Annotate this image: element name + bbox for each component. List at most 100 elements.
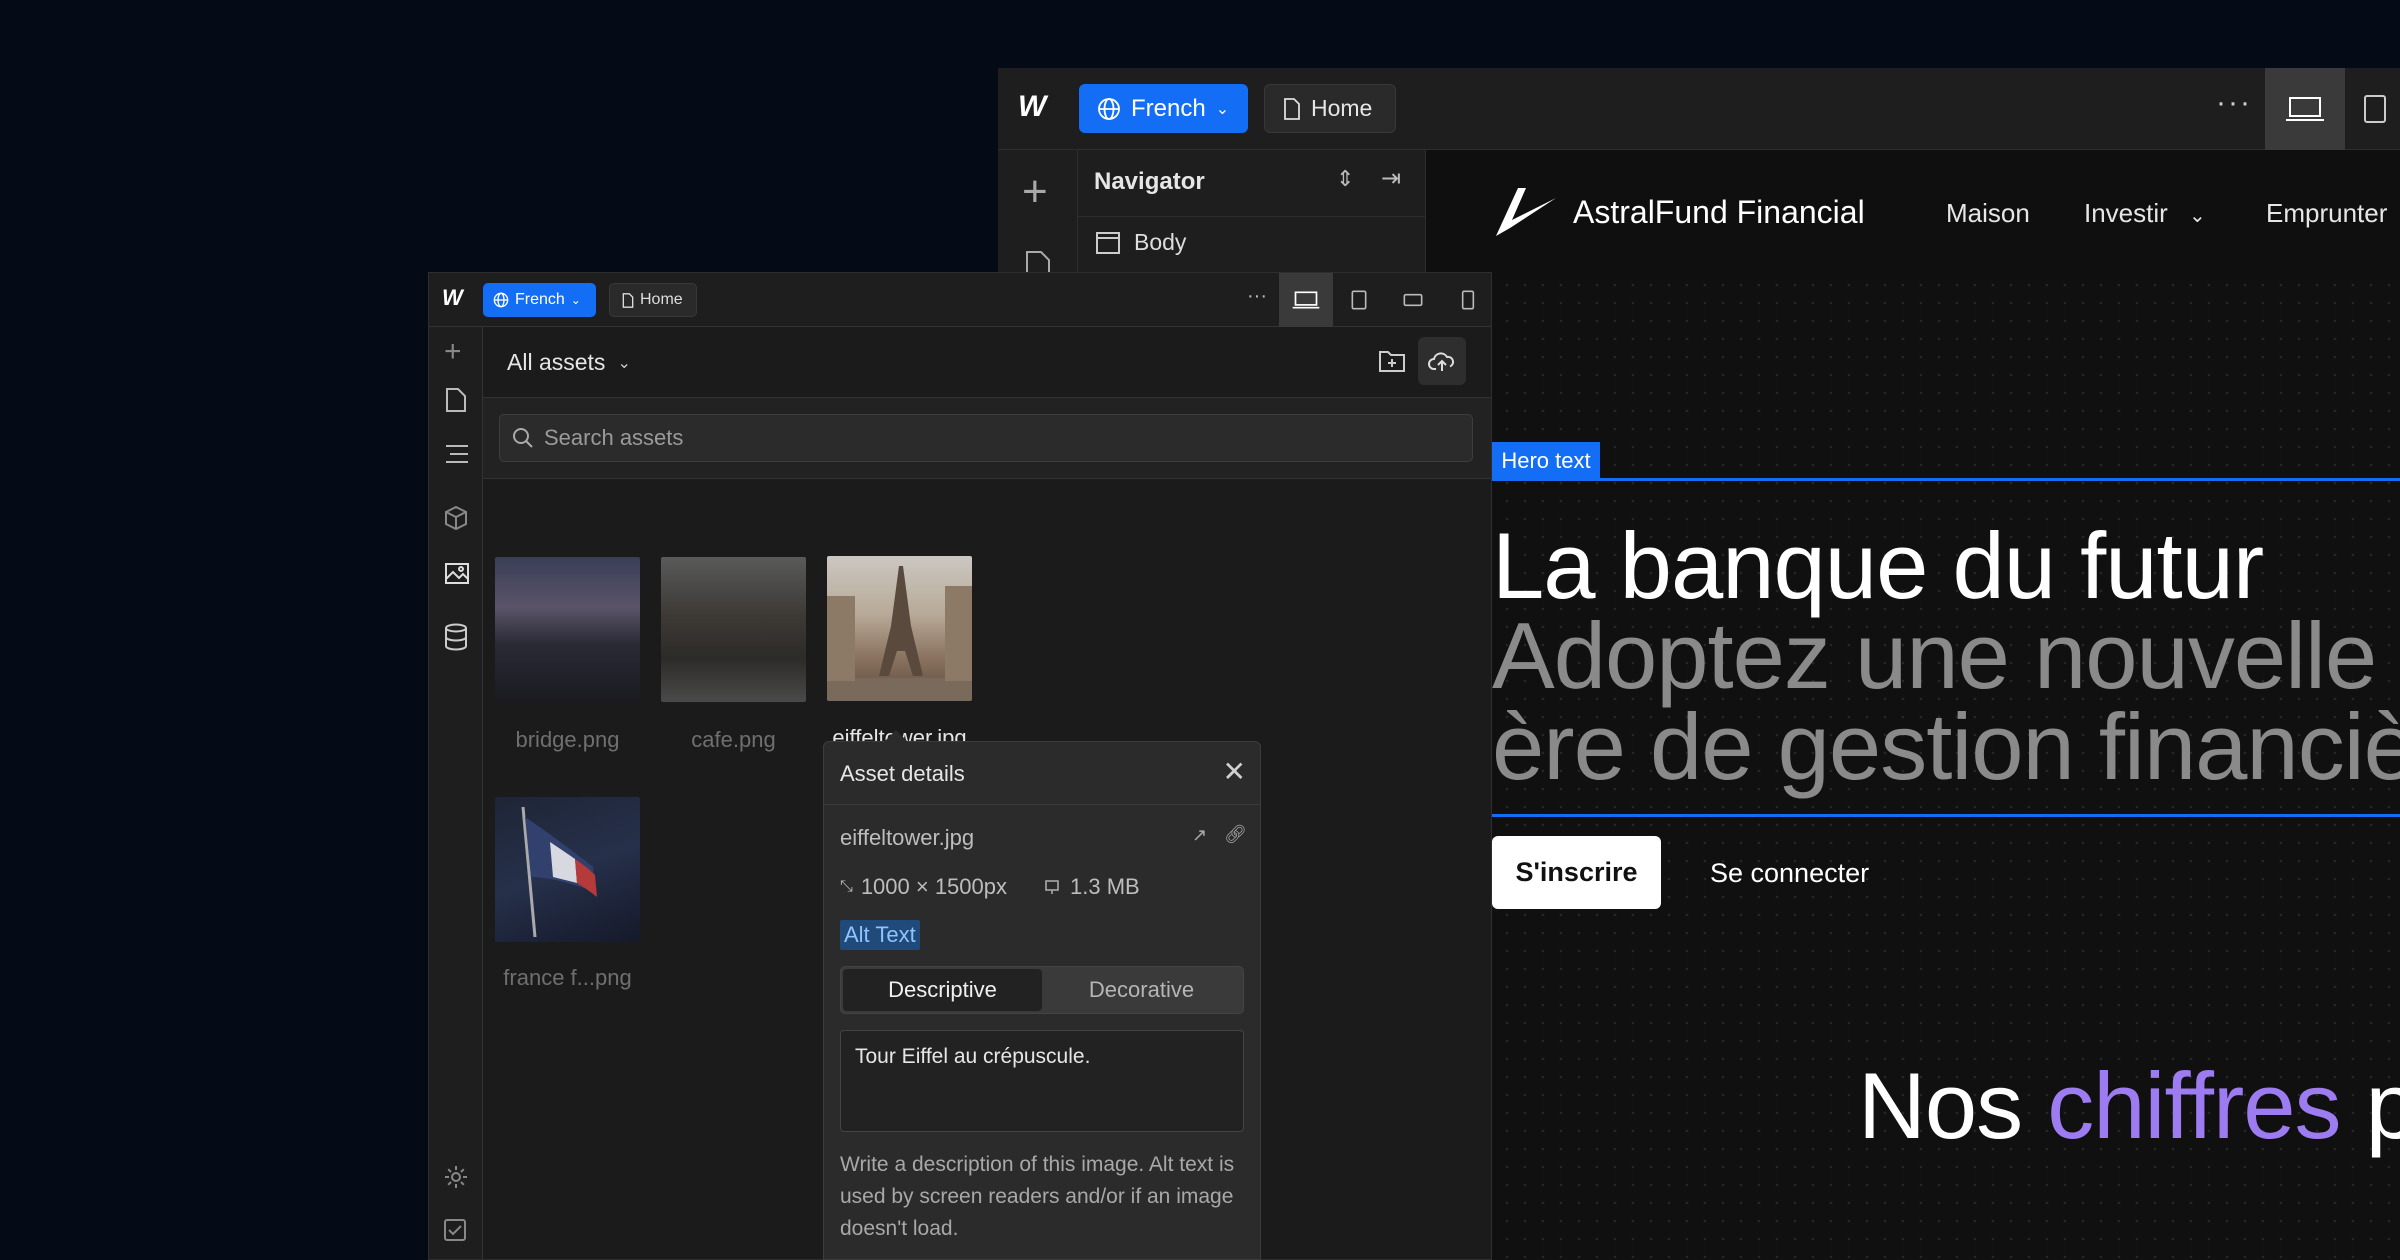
navigator-title: Navigator <box>1094 168 1205 195</box>
stats-heading-prefix: Nos <box>1858 1053 2048 1158</box>
body-element-icon <box>1096 231 1120 254</box>
chevron-down-icon: ⌄ <box>1215 100 1230 118</box>
alt-text-input[interactable]: Tour Eiffel au crépuscule. <box>840 1030 1244 1132</box>
site-nav-emprunter[interactable]: Emprunter <box>2266 198 2387 229</box>
asset-details-popover: Asset details ✕ eiffeltower.jpg ↗ 🔗︎ ⤡ 1… <box>823 730 1261 1260</box>
cloud-upload-icon <box>1428 352 1455 371</box>
signup-button[interactable]: S'inscrire <box>1492 836 1661 909</box>
page-button[interactable]: Home <box>1264 84 1396 133</box>
file-size-value: 1.3 MB <box>1070 874 1140 899</box>
desktop-breakpoint-button[interactable] <box>2265 68 2345 150</box>
mobile-landscape-icon[interactable] <box>1403 292 1423 308</box>
asset-dimensions: ⤡ 1000 × 1500px <box>840 874 1007 900</box>
page-button[interactable]: Home <box>609 283 697 317</box>
decorative-option[interactable]: Decorative <box>1042 969 1241 1011</box>
site-nav-investir[interactable]: Investir ⌄ <box>2084 198 2206 229</box>
laptop-icon <box>1292 291 1320 309</box>
page-label: Home <box>640 291 683 308</box>
language-label: French <box>1131 94 1206 122</box>
site-nav-investir-label: Investir <box>2084 198 2168 228</box>
language-label: French <box>515 291 565 308</box>
assets-header: All assets ⌄ <box>483 327 1491 398</box>
tablet-icon[interactable] <box>1351 290 1367 310</box>
sort-icon[interactable]: ⇕ <box>1336 166 1354 192</box>
settings-gear-icon[interactable] <box>444 1165 468 1189</box>
page-label: Home <box>1311 95 1373 121</box>
left-toolbar: + <box>429 327 483 1259</box>
tablet-icon[interactable] <box>2363 94 2387 124</box>
globe-icon <box>493 292 509 308</box>
webflow-logo-icon[interactable]: W <box>442 285 463 311</box>
asset-thumbnail-cafe[interactable] <box>661 557 806 702</box>
desktop-breakpoint-button[interactable] <box>1279 273 1333 327</box>
collapse-panel-icon[interactable]: ⇥ <box>1381 164 1401 193</box>
french-flag-image <box>521 806 597 938</box>
top-toolbar: W French ⌄ Home ··· <box>998 68 2400 150</box>
site-nav-maison[interactable]: Maison <box>1946 198 2030 229</box>
globe-icon <box>1098 97 1120 120</box>
stats-heading-accent: chiffres <box>2047 1053 2341 1158</box>
language-button[interactable]: French ⌄ <box>1079 84 1248 133</box>
assets-filter-label: All assets <box>507 349 606 375</box>
alt-text-label: Alt Text <box>840 920 920 950</box>
resize-icon: ⤡ <box>840 878 853 895</box>
more-icon[interactable]: ··· <box>1247 285 1267 308</box>
chevron-down-icon: ⌄ <box>2189 205 2206 227</box>
navigator-item-body[interactable]: Body <box>1078 216 1425 268</box>
login-link[interactable]: Se connecter <box>1710 858 1869 889</box>
navigator-icon[interactable] <box>444 443 470 465</box>
selection-outline-bottom <box>1492 814 2400 817</box>
stats-heading-suffix: p <box>2365 1053 2400 1158</box>
page-icon <box>1284 97 1300 120</box>
close-icon[interactable]: ✕ <box>1223 758 1246 786</box>
search-icon <box>513 428 533 448</box>
selection-outline-top <box>1492 478 2400 481</box>
asset-details-header: Asset details ✕ <box>824 742 1260 805</box>
asset-file-size: 1.3 MB <box>1044 874 1140 900</box>
cms-icon[interactable] <box>444 623 468 651</box>
laptop-icon <box>2286 97 2324 121</box>
search-input[interactable] <box>544 425 1444 451</box>
alt-text-help: Write a description of this image. Alt t… <box>840 1153 1235 1240</box>
chevron-down-icon: ⌄ <box>617 354 631 372</box>
stats-heading[interactable]: Nos chiffres p <box>1858 1052 2400 1160</box>
hero-text-selection-label: Hero text <box>1492 442 1600 480</box>
open-external-icon[interactable]: ↗ <box>1192 825 1207 846</box>
pages-icon[interactable] <box>444 387 468 413</box>
components-icon[interactable] <box>444 505 468 531</box>
hero-subtitle-line2[interactable]: ère de gestion financièr <box>1492 693 2400 801</box>
copy-link-icon[interactable]: 🔗︎ <box>1224 824 1247 845</box>
alt-text-mode-toggle: Descriptive Decorative <box>840 966 1244 1014</box>
search-bar <box>483 398 1491 479</box>
chevron-down-icon: ⌄ <box>570 293 581 307</box>
asset-thumbnail-eiffeltower[interactable] <box>827 556 972 701</box>
dimensions-value: 1000 × 1500px <box>860 874 1008 899</box>
upload-button[interactable] <box>1418 337 1466 385</box>
asset-name: france f...png <box>503 965 632 990</box>
page-icon <box>622 292 634 308</box>
descriptive-option[interactable]: Descriptive <box>843 969 1042 1011</box>
asset-details-title: Asset details <box>840 761 965 786</box>
mobile-portrait-icon[interactable] <box>1461 290 1475 310</box>
assets-filter-dropdown[interactable]: All assets ⌄ <box>507 349 631 376</box>
search-field[interactable] <box>499 414 1473 462</box>
site-brand-name[interactable]: AstralFund Financial <box>1573 194 1865 231</box>
asset-thumbnail-bridge[interactable] <box>495 557 640 702</box>
asset-name: bridge.png <box>515 727 620 752</box>
assets-icon[interactable] <box>444 559 470 585</box>
asset-name: cafe.png <box>691 727 776 752</box>
webflow-logo-icon[interactable]: W <box>1018 90 1046 124</box>
site-header: AstralFund Financial Maison Investir ⌄ E… <box>1426 150 2400 280</box>
language-button[interactable]: French ⌄ <box>483 283 596 317</box>
navigator-item-label: Body <box>1134 229 1187 255</box>
add-icon[interactable]: + <box>1022 170 1048 214</box>
more-icon[interactable]: ··· <box>2216 86 2252 120</box>
eiffel-tower-image <box>827 566 972 701</box>
add-icon[interactable]: + <box>444 335 462 369</box>
audit-checkbox-icon[interactable] <box>444 1219 466 1241</box>
new-folder-icon[interactable] <box>1378 349 1406 373</box>
top-toolbar: W French ⌄ Home ··· <box>429 273 1491 327</box>
asset-filename: eiffeltower.jpg <box>840 825 975 850</box>
asset-thumbnail-france-flag[interactable] <box>495 797 640 942</box>
astralfund-logo-icon <box>1496 188 1556 236</box>
